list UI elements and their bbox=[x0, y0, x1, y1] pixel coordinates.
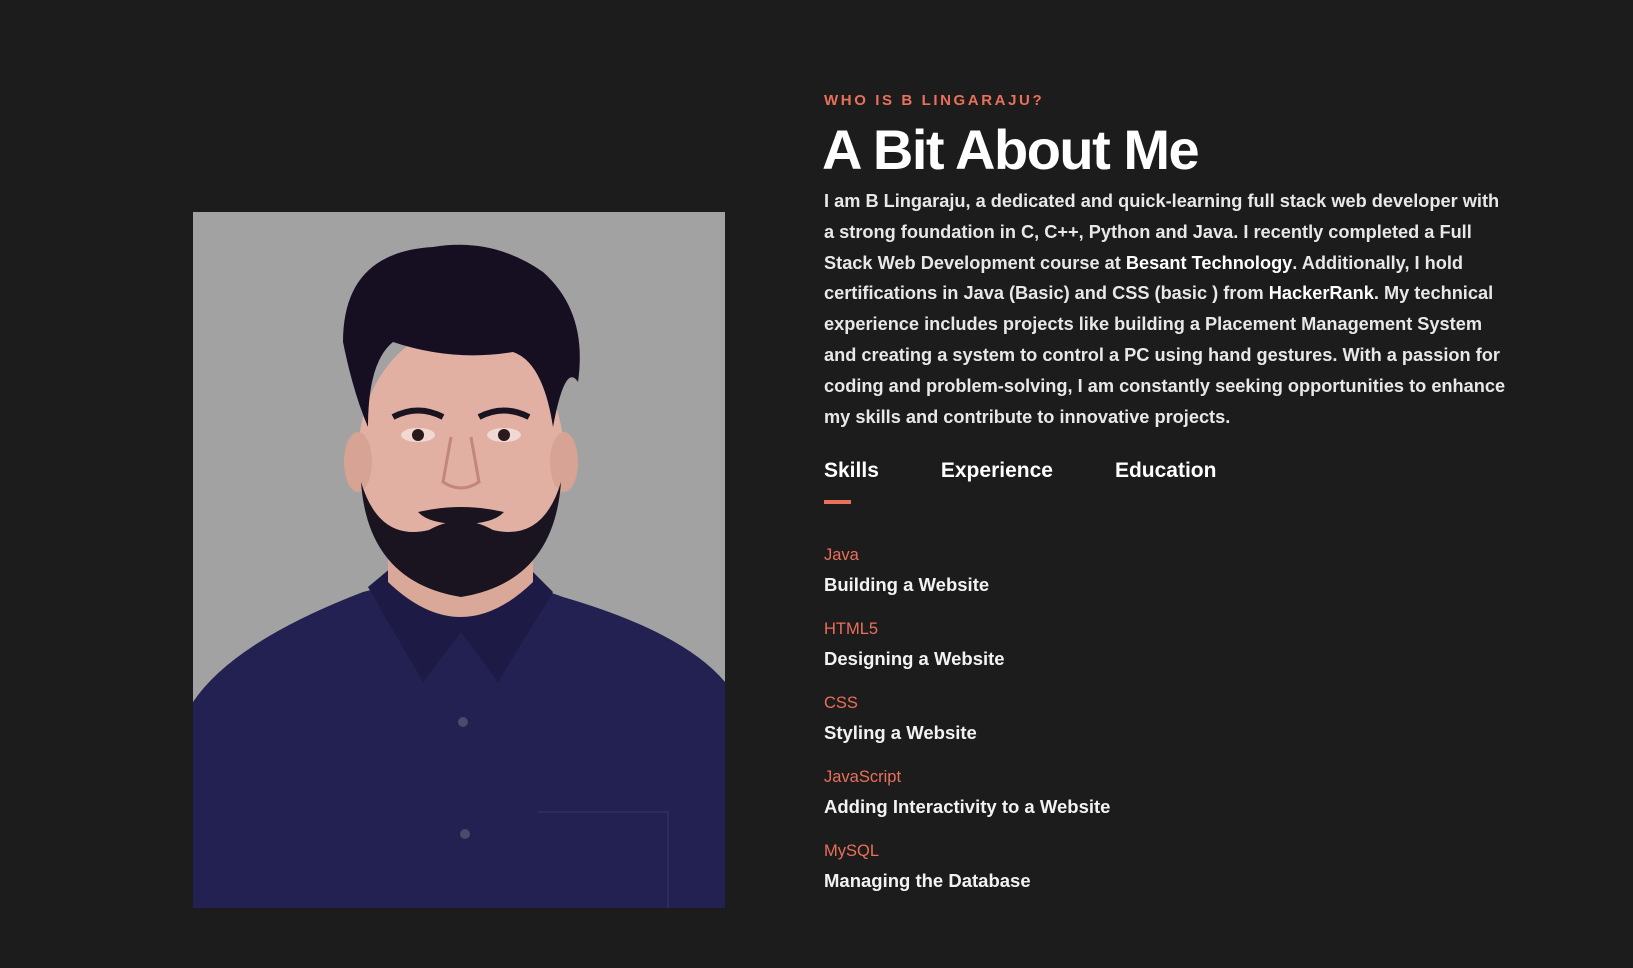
bio-text-part: . My technical experience includes proje… bbox=[824, 283, 1506, 427]
skill-name: CSS bbox=[824, 694, 858, 713]
list-item: HTML5 Designing a Website bbox=[824, 618, 1524, 692]
skill-description: Adding Interactivity to a Website bbox=[824, 796, 1111, 818]
list-item: CSS Styling a Website bbox=[824, 692, 1524, 766]
skill-description: Designing a Website bbox=[824, 648, 1005, 670]
section-heading: A Bit About Me bbox=[822, 118, 1200, 181]
skill-name: Java bbox=[824, 546, 859, 565]
profile-photo bbox=[193, 212, 725, 908]
skill-description: Managing the Database bbox=[824, 870, 1031, 892]
skill-name: MySQL bbox=[824, 842, 880, 861]
skill-name: HTML5 bbox=[824, 620, 879, 639]
tab-experience[interactable]: Experience bbox=[941, 456, 1053, 502]
bio-paragraph: I am B Lingaraju, a dedicated and quick-… bbox=[824, 186, 1514, 432]
list-item: JavaScript Adding Interactivity to a Web… bbox=[824, 766, 1524, 840]
skills-list: Java Building a Website HTML5 Designing … bbox=[824, 544, 1524, 914]
bio-institute: Besant Technology bbox=[1125, 252, 1293, 273]
list-item: Java Building a Website bbox=[824, 544, 1524, 618]
section-eyebrow: WHO IS B LINGARAJU? bbox=[824, 92, 1045, 109]
about-section: WHO IS B LINGARAJU? A Bit About Me I am … bbox=[0, 0, 1633, 968]
tab-skills[interactable]: Skills bbox=[824, 456, 879, 505]
bio-platform: HackerRank bbox=[1268, 283, 1374, 304]
skill-description: Building a Website bbox=[824, 574, 990, 596]
portrait-illustration bbox=[193, 212, 725, 908]
list-item: MySQL Managing the Database bbox=[824, 840, 1524, 914]
skill-name: JavaScript bbox=[824, 768, 902, 787]
skill-description: Styling a Website bbox=[824, 722, 977, 744]
about-content: WHO IS B LINGARAJU? A Bit About Me I am … bbox=[822, 88, 1524, 914]
tab-education[interactable]: Education bbox=[1115, 456, 1217, 502]
tab-bar: Skills Experience Education bbox=[824, 456, 1524, 505]
